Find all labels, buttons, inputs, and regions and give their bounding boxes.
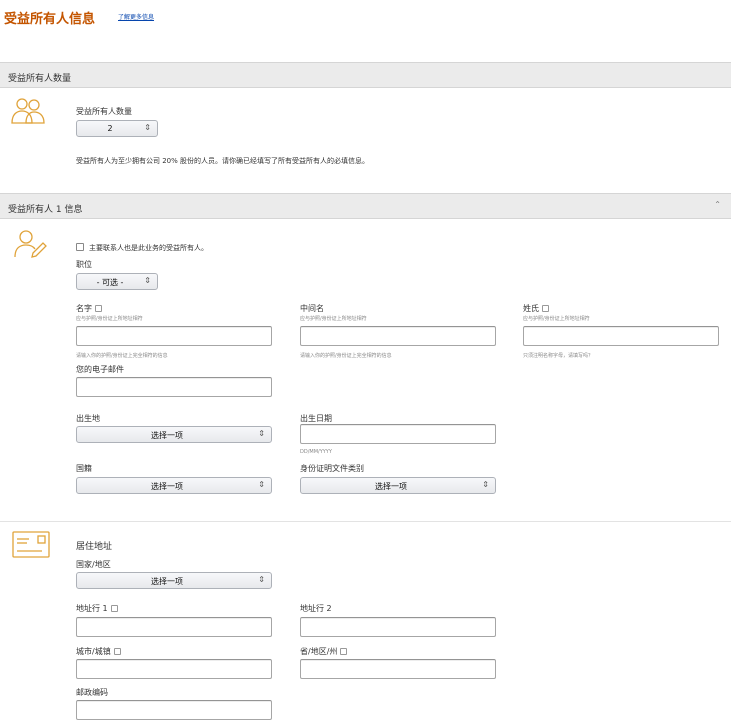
state-label: 省/地区/州	[300, 646, 348, 657]
info-icon[interactable]	[110, 605, 118, 612]
people-icon	[10, 96, 46, 126]
country-select[interactable]: 选择一项 ⇕	[76, 572, 272, 589]
first-name-note: 请输入你的护照/身份证上完全相符的信息	[76, 353, 168, 359]
id-type-label: 身份证明文件类别	[300, 464, 364, 473]
birthdate-label: 出生日期	[300, 414, 332, 423]
city-label: 城市/城镇	[76, 646, 121, 657]
zip-label: 邮政编码	[76, 688, 108, 697]
middle-name-label: 中间名	[300, 304, 324, 313]
first-name-hint: 应与护照/身份证上所地址相符	[76, 316, 143, 322]
address-section-title: 居住地址	[76, 542, 113, 552]
middle-name-hint: 应与护照/身份证上所地址相符	[300, 316, 367, 322]
select-arrows-icon: ⇕	[144, 276, 151, 285]
address-line1-input[interactable]	[76, 617, 272, 637]
owner-count-description: 受益所有人为至少拥有公司 20% 股份的人员。请你确已经填写了所有受益所有人的必…	[76, 157, 370, 165]
primary-contact-checkbox-label: 主要联系人也是此业务的受益所有人。	[89, 244, 208, 252]
nationality-select[interactable]: 选择一项 ⇕	[76, 477, 272, 494]
country-value: 选择一项	[151, 577, 183, 586]
email-input[interactable]	[76, 377, 272, 397]
id-type-select[interactable]: 选择一项 ⇕	[300, 477, 496, 494]
nationality-value: 选择一项	[151, 482, 183, 491]
address-line1-label-text: 地址行 1	[76, 604, 108, 613]
address-line2-input[interactable]	[300, 617, 496, 637]
section-bar-title: 受益所有人 1 信息	[8, 205, 83, 215]
position-value: - 可选 -	[96, 278, 124, 287]
first-name-label-text: 名字	[76, 304, 92, 313]
primary-contact-checkbox[interactable]	[76, 243, 84, 251]
last-name-input[interactable]	[523, 326, 719, 346]
info-icon[interactable]	[340, 648, 348, 655]
last-name-hint: 应与护照/身份证上所地址相符	[523, 316, 590, 322]
address-line2-label: 地址行 2	[300, 604, 332, 613]
position-label: 职位	[76, 260, 92, 269]
select-arrows-icon: ⇕	[258, 575, 265, 584]
id-type-value: 选择一项	[375, 482, 407, 491]
page-title: 受益所有人信息	[4, 12, 96, 27]
section-bar-owner-1: 受益所有人 1 信息 ⌃	[0, 193, 731, 219]
zip-input[interactable]	[76, 700, 272, 720]
nationality-label: 国籍	[76, 464, 92, 473]
address-card-icon	[12, 531, 50, 559]
info-icon[interactable]	[542, 305, 549, 312]
select-arrows-icon: ⇕	[258, 480, 265, 489]
email-label: 您的电子邮件	[76, 365, 124, 374]
position-select[interactable]: - 可选 - ⇕	[76, 273, 158, 290]
section-bar-owner-count: 受益所有人数量	[0, 62, 731, 88]
city-label-text: 城市/城镇	[76, 647, 111, 656]
select-arrows-icon: ⇕	[482, 480, 489, 489]
state-label-text: 省/地区/州	[300, 647, 338, 656]
last-name-note: 只须注明名称字母，请填写吗？	[523, 353, 594, 359]
section-divider	[0, 521, 731, 522]
chevron-up-icon[interactable]: ⌃	[714, 200, 721, 209]
address-line1-label: 地址行 1	[76, 603, 118, 614]
middle-name-note: 请输入你的护照/身份证上完全相符的信息	[300, 353, 392, 359]
owner-count-select[interactable]: 2 ⇕	[76, 120, 158, 137]
birthplace-value: 选择一项	[151, 431, 183, 440]
section-bar-title: 受益所有人数量	[8, 74, 72, 84]
select-arrows-icon: ⇕	[144, 123, 151, 132]
first-name-input[interactable]	[76, 326, 272, 346]
birthplace-label: 出生地	[76, 414, 100, 423]
country-label: 国家/地区	[76, 560, 111, 569]
middle-name-input[interactable]	[300, 326, 496, 346]
last-name-label-text: 姓氏	[523, 304, 539, 313]
last-name-label: 姓氏	[523, 303, 549, 314]
learn-more-link[interactable]: 了解更多信息	[118, 12, 154, 21]
first-name-label: 名字	[76, 303, 102, 314]
city-input[interactable]	[76, 659, 272, 679]
state-input[interactable]	[300, 659, 496, 679]
birthplace-select[interactable]: 选择一项 ⇕	[76, 426, 272, 443]
birthdate-hint: DD/MM/YYYY	[300, 449, 332, 455]
birthdate-input[interactable]	[300, 424, 496, 444]
info-icon[interactable]	[95, 305, 102, 312]
owner-count-label: 受益所有人数量	[76, 107, 132, 116]
owner-count-value: 2	[107, 124, 113, 133]
person-edit-icon	[14, 228, 48, 260]
select-arrows-icon: ⇕	[258, 429, 265, 438]
info-icon[interactable]	[113, 648, 121, 655]
